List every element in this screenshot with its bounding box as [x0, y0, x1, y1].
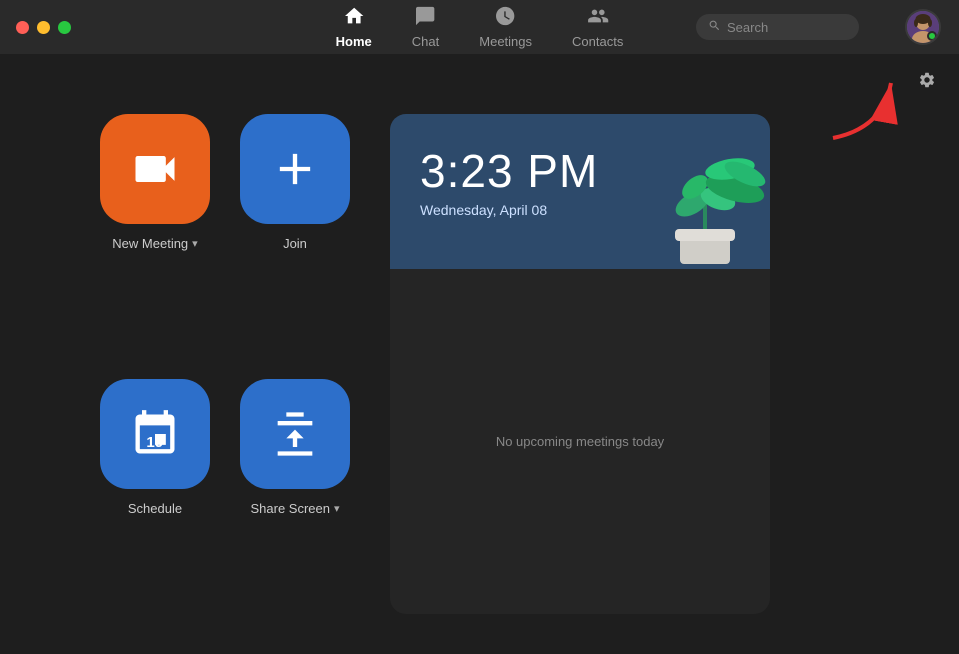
join-item[interactable]: Join [240, 114, 350, 349]
avatar[interactable] [905, 9, 941, 45]
share-screen-chevron: ▾ [334, 502, 340, 515]
schedule-button[interactable]: 19 [100, 379, 210, 489]
maximize-dot[interactable] [58, 21, 71, 34]
schedule-label: Schedule [128, 501, 182, 516]
tab-meetings-label: Meetings [479, 34, 532, 49]
join-label: Join [283, 236, 307, 251]
search-area[interactable] [696, 14, 859, 40]
main-content: New Meeting ▾ Join 19 [0, 54, 959, 654]
settings-button[interactable] [913, 66, 941, 94]
contacts-icon [587, 5, 609, 31]
nav-tabs: Home Chat Meetings Cont [316, 0, 644, 55]
svg-text:19: 19 [146, 434, 163, 451]
action-grid: New Meeting ▾ Join 19 [100, 114, 350, 614]
home-icon [343, 5, 365, 31]
chat-icon [415, 5, 437, 31]
search-input[interactable] [727, 20, 847, 35]
right-panel: 3:23 PM Wednesday, April 08 No up [390, 114, 770, 614]
new-meeting-button[interactable] [100, 114, 210, 224]
plant-decoration [640, 129, 770, 269]
tab-chat[interactable]: Chat [392, 0, 459, 55]
meetings-panel: No upcoming meetings today [390, 269, 770, 614]
close-dot[interactable] [16, 21, 29, 34]
meetings-icon [495, 5, 517, 31]
schedule-item[interactable]: 19 Schedule [100, 379, 210, 614]
tab-chat-label: Chat [412, 34, 439, 49]
share-screen-button[interactable] [240, 379, 350, 489]
share-screen-label: Share Screen ▾ [250, 501, 339, 516]
avatar-image [905, 9, 941, 45]
titlebar: Home Chat Meetings Cont [0, 0, 959, 54]
clock-card: 3:23 PM Wednesday, April 08 [390, 114, 770, 269]
search-icon [708, 19, 721, 35]
new-meeting-label: New Meeting ▾ [112, 236, 197, 251]
window-controls [0, 21, 71, 34]
tab-home[interactable]: Home [316, 0, 392, 55]
new-meeting-chevron: ▾ [192, 237, 198, 250]
tab-contacts-label: Contacts [572, 34, 623, 49]
new-meeting-item[interactable]: New Meeting ▾ [100, 114, 210, 349]
tab-home-label: Home [336, 34, 372, 49]
tab-contacts[interactable]: Contacts [552, 0, 643, 55]
join-button[interactable] [240, 114, 350, 224]
minimize-dot[interactable] [37, 21, 50, 34]
no-meetings-text: No upcoming meetings today [496, 434, 664, 449]
share-screen-item[interactable]: Share Screen ▾ [240, 379, 350, 614]
online-status-dot [927, 31, 937, 41]
tab-meetings[interactable]: Meetings [459, 0, 552, 55]
